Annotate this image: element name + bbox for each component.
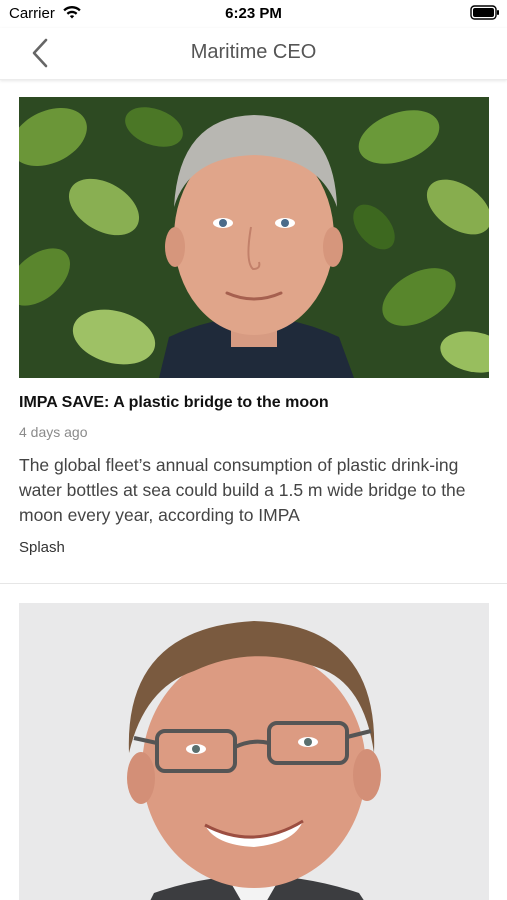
article-card[interactable]	[0, 584, 507, 900]
page-title: Maritime CEO	[190, 41, 317, 63]
battery-icon	[470, 5, 499, 20]
article-image[interactable]	[19, 603, 489, 900]
article-feed[interactable]: IMPA SAVE: A plastic bridge to the moon …	[0, 80, 507, 900]
article-source: Splash	[19, 539, 65, 556]
portrait-photo	[19, 603, 489, 900]
navigation-bar: Maritime CEO	[0, 28, 507, 80]
article-image[interactable]	[19, 97, 489, 378]
clock-label: 6:23 PM	[225, 5, 282, 22]
article-card[interactable]: IMPA SAVE: A plastic bridge to the moon …	[0, 80, 507, 584]
article-summary: The global fleet’s annual consumption of…	[19, 455, 466, 525]
status-bar: Carrier 6:23 PM	[0, 0, 507, 28]
article-date: 4 days ago	[19, 424, 88, 440]
portrait-photo	[19, 97, 489, 378]
article-headline[interactable]: IMPA SAVE: A plastic bridge to the moon	[19, 394, 489, 412]
